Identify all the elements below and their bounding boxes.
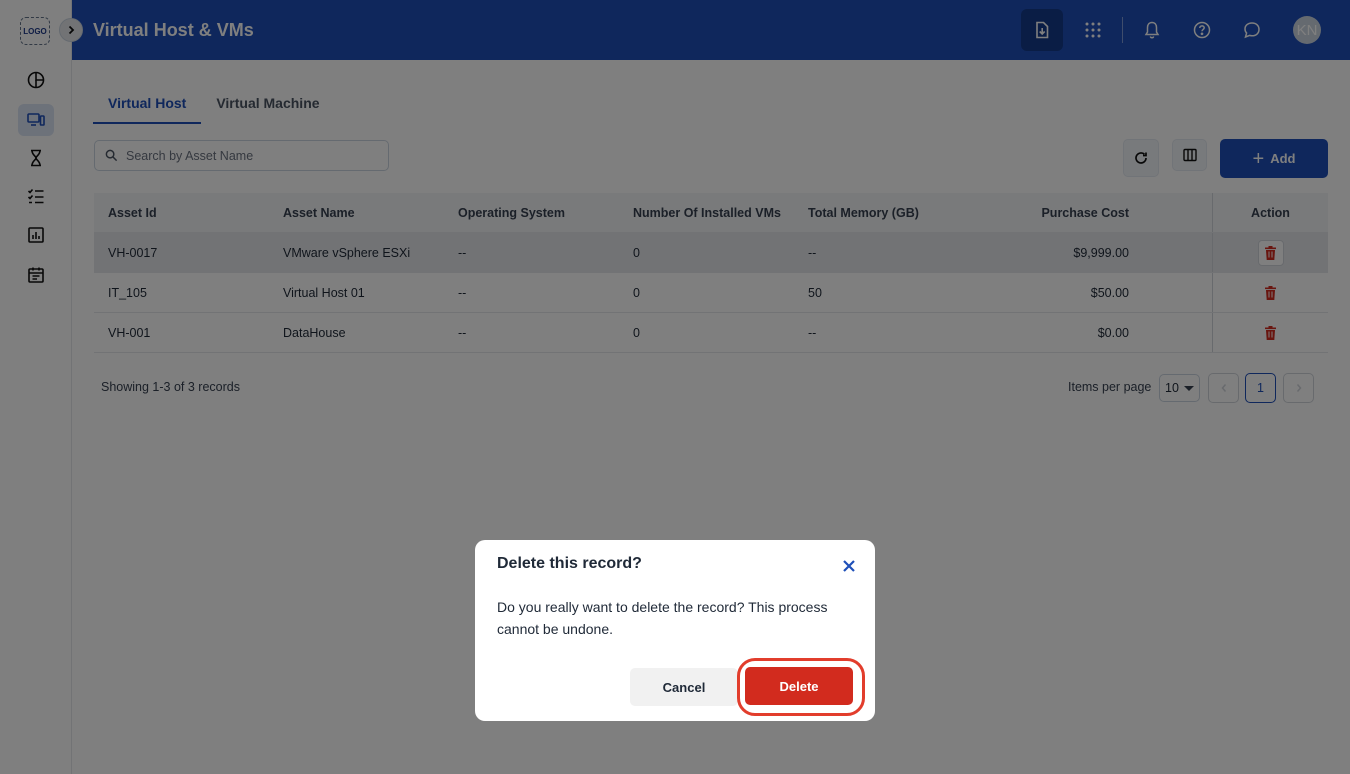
delete-confirm-dialog: Delete this record? Do you really want t… <box>475 540 875 721</box>
confirm-delete-button[interactable]: Delete <box>745 667 853 705</box>
close-icon <box>843 560 855 572</box>
cancel-button[interactable]: Cancel <box>630 668 738 706</box>
dialog-title: Delete this record? <box>497 555 642 572</box>
dialog-message: Do you really want to delete the record?… <box>497 599 828 637</box>
dialog-close-button[interactable] <box>839 556 859 576</box>
